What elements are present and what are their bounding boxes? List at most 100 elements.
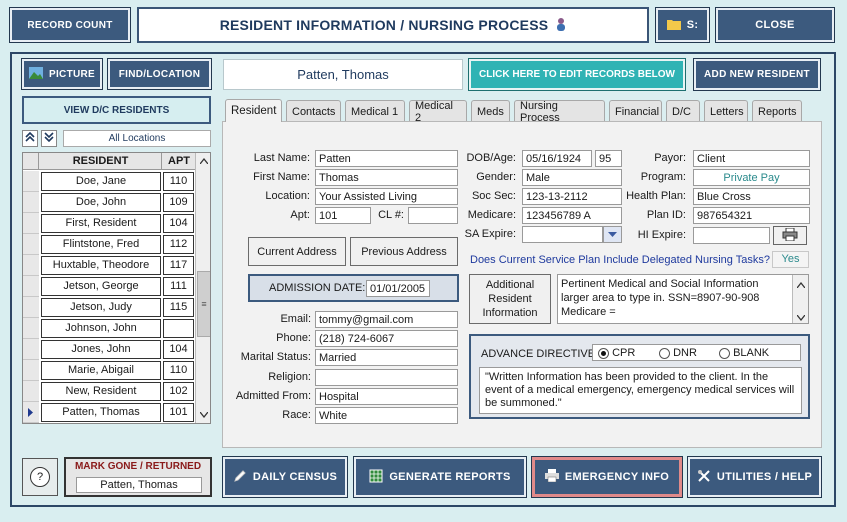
scroll-thumb[interactable]: ≡ <box>197 271 210 337</box>
tab-letters[interactable]: Letters <box>704 100 748 122</box>
tab-reports[interactable]: Reports <box>752 100 802 122</box>
gender-field[interactable]: Male <box>522 169 622 186</box>
tab-contacts[interactable]: Contacts <box>286 100 341 122</box>
advance-directive-text[interactable]: "Written Information has been provided t… <box>479 367 802 414</box>
table-row[interactable]: Doe, John 109 <box>23 192 195 213</box>
mark-gone-panel[interactable]: MARK GONE / RETURNED Patten, Thomas <box>64 457 212 497</box>
resident-name-cell[interactable]: Jones, John <box>41 340 161 359</box>
row-selector[interactable] <box>23 171 39 192</box>
blank-radio[interactable] <box>719 347 730 359</box>
age-field[interactable]: 95 <box>595 150 622 167</box>
blank-option[interactable]: BLANK <box>719 346 769 361</box>
row-selector[interactable] <box>23 276 39 297</box>
resident-apt-cell[interactable]: 117 <box>163 256 194 275</box>
delegated-nursing-answer[interactable]: Yes <box>772 251 809 268</box>
tab-financial[interactable]: Financial <box>609 100 662 122</box>
list-scrollbar[interactable]: ≡ <box>195 153 210 423</box>
sa-expire-dropdown[interactable] <box>603 226 622 243</box>
row-selector[interactable] <box>23 402 39 423</box>
hi-expire-field[interactable] <box>693 227 770 244</box>
first-name-field[interactable]: Thomas <box>315 169 458 186</box>
row-selector[interactable] <box>23 360 39 381</box>
help-button[interactable]: ? <box>22 458 58 496</box>
resident-apt-cell[interactable]: 104 <box>163 214 194 233</box>
tab-resident[interactable]: Resident <box>225 99 282 122</box>
cpr-radio[interactable] <box>598 347 609 359</box>
table-row[interactable]: Johnson, John <box>23 318 195 339</box>
location-filter[interactable]: All Locations <box>63 130 211 147</box>
location-field[interactable]: Your Assisted Living <box>315 188 458 205</box>
sort-up-button[interactable] <box>22 130 38 147</box>
phone-field[interactable]: (218) 724-6067 <box>315 330 458 347</box>
current-address-button[interactable]: Current Address <box>248 237 346 266</box>
scroll-up-icon[interactable] <box>196 153 210 169</box>
table-row[interactable]: Jetson, Judy 115 <box>23 297 195 318</box>
payor-field[interactable]: Client <box>693 150 810 167</box>
view-dc-residents-button[interactable]: VIEW D/C RESIDENTS <box>22 96 211 124</box>
table-row[interactable]: Doe, Jane 110 <box>23 171 195 192</box>
resident-name-cell[interactable]: Patten, Thomas <box>41 403 161 422</box>
tab-medical-2[interactable]: Medical 2 <box>409 100 467 124</box>
email-field[interactable]: tommy@gmail.com <box>315 311 458 328</box>
resident-apt-cell[interactable]: 115 <box>163 298 194 317</box>
additional-resident-info-button[interactable]: Additional Resident Information <box>469 274 551 324</box>
tab-meds[interactable]: Meds <box>471 100 510 122</box>
row-selector[interactable] <box>23 192 39 213</box>
tab-nursing-process[interactable]: Nursing Process <box>514 100 605 124</box>
dob-field[interactable]: 05/16/1924 <box>522 150 592 167</box>
record-count-button[interactable]: RECORD COUNT <box>9 7 131 43</box>
row-selector[interactable] <box>23 318 39 339</box>
mark-gone-name-field[interactable]: Patten, Thomas <box>76 477 202 493</box>
resident-name-cell[interactable]: Flintstone, Fred <box>41 235 161 254</box>
resident-apt-cell[interactable]: 110 <box>163 172 194 191</box>
resident-name-cell[interactable]: Johnson, John <box>41 319 161 338</box>
resident-name-cell[interactable]: Huxtable, Theodore <box>41 256 161 275</box>
sa-expire-field[interactable] <box>522 226 603 243</box>
row-selector[interactable] <box>23 297 39 318</box>
tab-medical-1[interactable]: Medical 1 <box>345 100 405 122</box>
table-row[interactable]: Jones, John 104 <box>23 339 195 360</box>
table-row[interactable]: Jetson, George 111 <box>23 276 195 297</box>
row-selector[interactable] <box>23 381 39 402</box>
soc-sec-field[interactable]: 123-13-2112 <box>522 188 622 205</box>
resident-name-cell[interactable]: First, Resident <box>41 214 161 233</box>
drive-button[interactable]: S: <box>655 7 710 43</box>
row-selector[interactable] <box>23 339 39 360</box>
row-selector[interactable] <box>23 213 39 234</box>
cpr-option[interactable]: CPR <box>598 346 635 361</box>
resident-apt-cell[interactable]: 110 <box>163 361 194 380</box>
apt-field[interactable]: 101 <box>315 207 371 224</box>
daily-census-button[interactable]: DAILY CENSUS <box>222 456 348 498</box>
sort-down-button[interactable] <box>41 130 57 147</box>
admission-date-field[interactable]: 01/01/2005 <box>366 280 430 297</box>
add-new-resident-button[interactable]: ADD NEW RESIDENT <box>693 58 821 91</box>
table-row[interactable]: Patten, Thomas 101 <box>23 402 195 423</box>
edit-records-button[interactable]: CLICK HERE TO EDIT RECORDS BELOW <box>468 58 686 91</box>
resident-name-cell[interactable]: Marie, Abigail <box>41 361 161 380</box>
medicare-field[interactable]: 123456789 A <box>522 207 622 224</box>
resident-apt-cell[interactable] <box>163 319 194 338</box>
resident-apt-cell[interactable]: 104 <box>163 340 194 359</box>
scroll-down-icon[interactable] <box>196 407 210 423</box>
tab-d-c[interactable]: D/C <box>666 100 700 122</box>
health-plan-field[interactable]: Blue Cross <box>693 188 810 205</box>
program-field[interactable]: Private Pay <box>693 169 810 186</box>
close-button[interactable]: CLOSE <box>715 7 835 43</box>
additional-info-textarea[interactable]: Pertinent Medical and Social Information… <box>557 274 809 324</box>
table-row[interactable]: Huxtable, Theodore 117 <box>23 255 195 276</box>
dnr-option[interactable]: DNR <box>659 346 697 361</box>
race-field[interactable]: White <box>315 407 458 424</box>
resident-name-cell[interactable]: Doe, Jane <box>41 172 161 191</box>
cl-field[interactable] <box>408 207 458 224</box>
resident-name-cell[interactable]: New, Resident <box>41 382 161 401</box>
plan-id-field[interactable]: 987654321 <box>693 207 810 224</box>
resident-name-cell[interactable]: Jetson, George <box>41 277 161 296</box>
find-location-button[interactable]: FIND/LOCATION <box>107 58 212 90</box>
utilities-help-button[interactable]: UTILITIES / HELP <box>687 456 822 498</box>
table-row[interactable]: First, Resident 104 <box>23 213 195 234</box>
resident-apt-cell[interactable]: 102 <box>163 382 194 401</box>
resident-apt-cell[interactable]: 109 <box>163 193 194 212</box>
table-row[interactable]: New, Resident 102 <box>23 381 195 402</box>
resident-name-cell[interactable]: Doe, John <box>41 193 161 212</box>
table-row[interactable]: Flintstone, Fred 112 <box>23 234 195 255</box>
